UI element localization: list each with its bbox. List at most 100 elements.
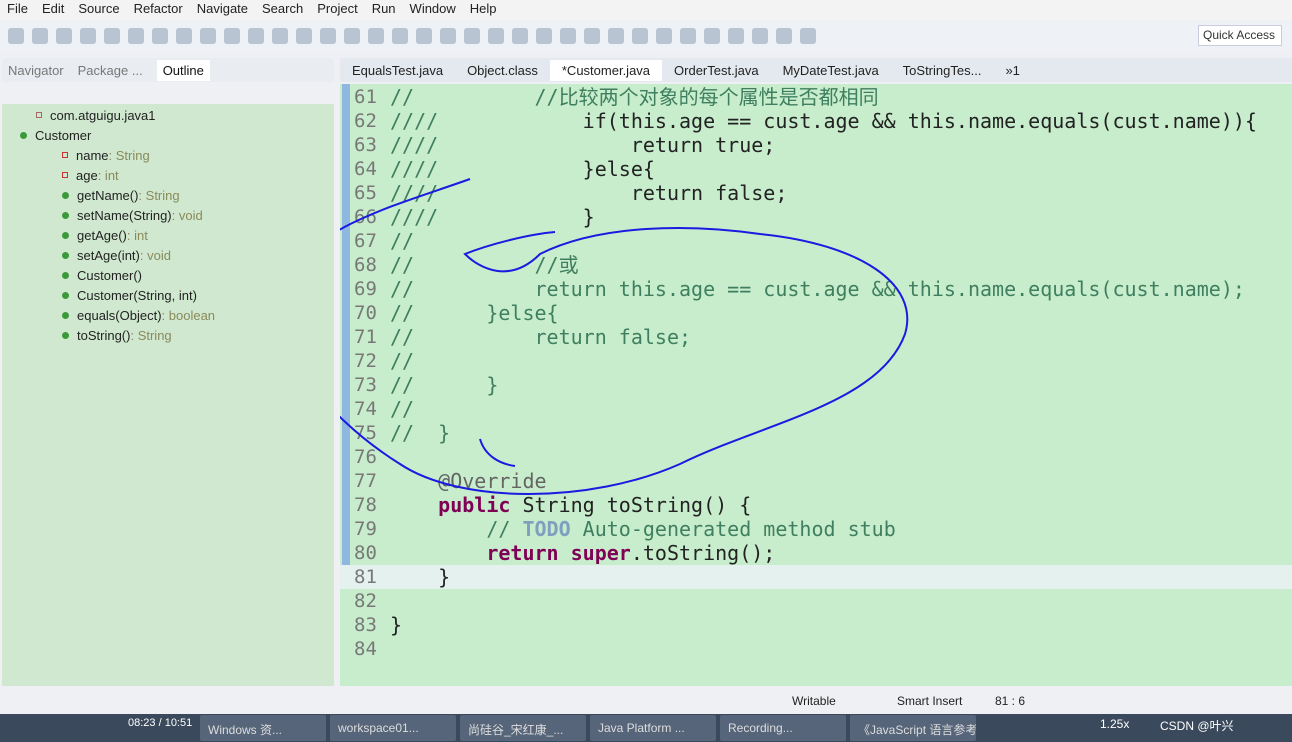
toolbar-icon[interactable]: [344, 28, 360, 44]
toolbar-icon[interactable]: [80, 28, 96, 44]
toolbar-icon[interactable]: [512, 28, 528, 44]
outline-item[interactable]: getName() : String: [62, 185, 180, 205]
taskbar-item[interactable]: Windows 资...: [200, 715, 326, 741]
toolbar-icon[interactable]: [560, 28, 576, 44]
menu-project[interactable]: Project: [310, 0, 364, 20]
toolbar-icon[interactable]: [752, 28, 768, 44]
taskbar-item[interactable]: 尚硅谷_宋红康_...: [460, 715, 586, 741]
toolbar-icon[interactable]: [176, 28, 192, 44]
menu-navigate[interactable]: Navigate: [190, 0, 255, 20]
toolbar-icon[interactable]: [728, 28, 744, 44]
code-text: }: [390, 565, 450, 589]
quick-access-input[interactable]: Quick Access: [1198, 25, 1282, 46]
menu-edit[interactable]: Edit: [35, 0, 71, 20]
toolbar-icon[interactable]: [608, 28, 624, 44]
toolbar-icon[interactable]: [152, 28, 168, 44]
menu-help[interactable]: Help: [463, 0, 504, 20]
toolbar-icon[interactable]: [656, 28, 672, 44]
code-token: ////: [390, 133, 631, 157]
outline-item[interactable]: com.atguigu.java1: [36, 105, 156, 125]
outline-item[interactable]: equals(Object) : boolean: [62, 305, 215, 325]
watermark: CSDN @叶兴: [1160, 719, 1234, 733]
toolbar-icon[interactable]: [392, 28, 408, 44]
toolbar-icon[interactable]: [128, 28, 144, 44]
menu-refactor[interactable]: Refactor: [127, 0, 190, 20]
code-line: 67 //: [340, 229, 1292, 253]
menu-search[interactable]: Search: [255, 0, 310, 20]
toolbar-icon[interactable]: [464, 28, 480, 44]
code-token: // return this.age == cust.age && this.n…: [390, 277, 1245, 301]
code-token: }: [582, 205, 595, 229]
taskbar-item[interactable]: Recording...: [720, 715, 846, 741]
tab-navigator[interactable]: Navigator: [8, 63, 64, 78]
toolbar-icon[interactable]: [704, 28, 720, 44]
code-token: if(this.age == cust.age && this.name.equ…: [582, 109, 1257, 133]
editor-tab[interactable]: ToStringTes...: [891, 60, 994, 81]
toolbar-icon[interactable]: [632, 28, 648, 44]
editor-tab[interactable]: Object.class: [455, 60, 550, 81]
code-text: //// return true;: [390, 133, 775, 157]
outline-item[interactable]: age : int: [62, 165, 119, 185]
toolbar-icon[interactable]: [368, 28, 384, 44]
tab-package-explorer[interactable]: Package ...: [78, 63, 143, 78]
playback-speed[interactable]: 1.25x: [1100, 717, 1129, 731]
toolbar-icon[interactable]: [56, 28, 72, 44]
toolbar-icon[interactable]: [440, 28, 456, 44]
toolbar-icon[interactable]: [32, 28, 48, 44]
outline-item[interactable]: setAge(int) : void: [62, 245, 171, 265]
editor-tab[interactable]: MyDateTest.java: [771, 60, 891, 81]
toolbar-icon[interactable]: [584, 28, 600, 44]
toolbar-icon[interactable]: [800, 28, 816, 44]
outline-item[interactable]: Customer(String, int): [62, 285, 197, 305]
outline-item[interactable]: Customer: [20, 125, 91, 145]
menu-window[interactable]: Window: [403, 0, 463, 20]
code-text: //: [390, 349, 414, 373]
editor-tab[interactable]: OrderTest.java: [662, 60, 771, 81]
line-number: 63: [354, 134, 377, 156]
taskbar-item[interactable]: 《JavaScript 语言参考: [850, 715, 976, 741]
toolbar-icon[interactable]: [200, 28, 216, 44]
outline-item[interactable]: Customer(): [62, 265, 142, 285]
toolbar-icon[interactable]: [536, 28, 552, 44]
outline-item[interactable]: setName(String) : void: [62, 205, 203, 225]
toolbar-icon[interactable]: [416, 28, 432, 44]
outline-type: : String: [130, 327, 172, 343]
toolbar-icon[interactable]: [272, 28, 288, 44]
outline-item[interactable]: name : String: [62, 145, 150, 165]
outline-item[interactable]: getAge() : int: [62, 225, 148, 245]
toolbar-icon[interactable]: [8, 28, 24, 44]
code-line: 64 //// }else{: [340, 157, 1292, 181]
outline-type: : void: [139, 247, 171, 263]
menu-file[interactable]: File: [0, 0, 35, 20]
tab-outline[interactable]: Outline: [156, 59, 210, 81]
taskbar-item[interactable]: Java Platform ...: [590, 715, 716, 741]
toolbar-icon[interactable]: [776, 28, 792, 44]
toolbar-icon[interactable]: [224, 28, 240, 44]
toolbar-icon[interactable]: [104, 28, 120, 44]
toolbar-icon[interactable]: [488, 28, 504, 44]
toolbar-icon[interactable]: [320, 28, 336, 44]
code-text: // }: [390, 421, 450, 445]
outline-item[interactable]: toString() : String: [62, 325, 172, 345]
editor-tab[interactable]: EqualsTest.java: [340, 60, 455, 81]
outline-type: : void: [171, 207, 203, 223]
field-icon: [62, 152, 68, 158]
class-icon: [20, 131, 27, 139]
menu-source[interactable]: Source: [71, 0, 126, 20]
menu-run[interactable]: Run: [365, 0, 403, 20]
code-text: return super.toString();: [390, 541, 775, 565]
editor-tab[interactable]: »1: [993, 60, 1031, 81]
outline-label: toString(): [77, 327, 131, 343]
editor-tab[interactable]: *Customer.java: [549, 59, 663, 81]
method-icon: [62, 211, 69, 219]
taskbar-item[interactable]: workspace01...: [330, 715, 456, 741]
line-number: 74: [354, 398, 377, 420]
field-icon: [62, 172, 68, 178]
code-editor[interactable]: 61// //比较两个对象的每个属性是否都相同 62//// if(this.ag…: [340, 84, 1292, 686]
toolbar-icon[interactable]: [296, 28, 312, 44]
code-text: //: [390, 229, 414, 253]
code-token: // }else{: [390, 301, 559, 325]
toolbar-icon[interactable]: [248, 28, 264, 44]
taskbar: Windows 资... workspace01... 尚硅谷_宋红康_... Jav…: [0, 714, 1292, 742]
toolbar-icon[interactable]: [680, 28, 696, 44]
